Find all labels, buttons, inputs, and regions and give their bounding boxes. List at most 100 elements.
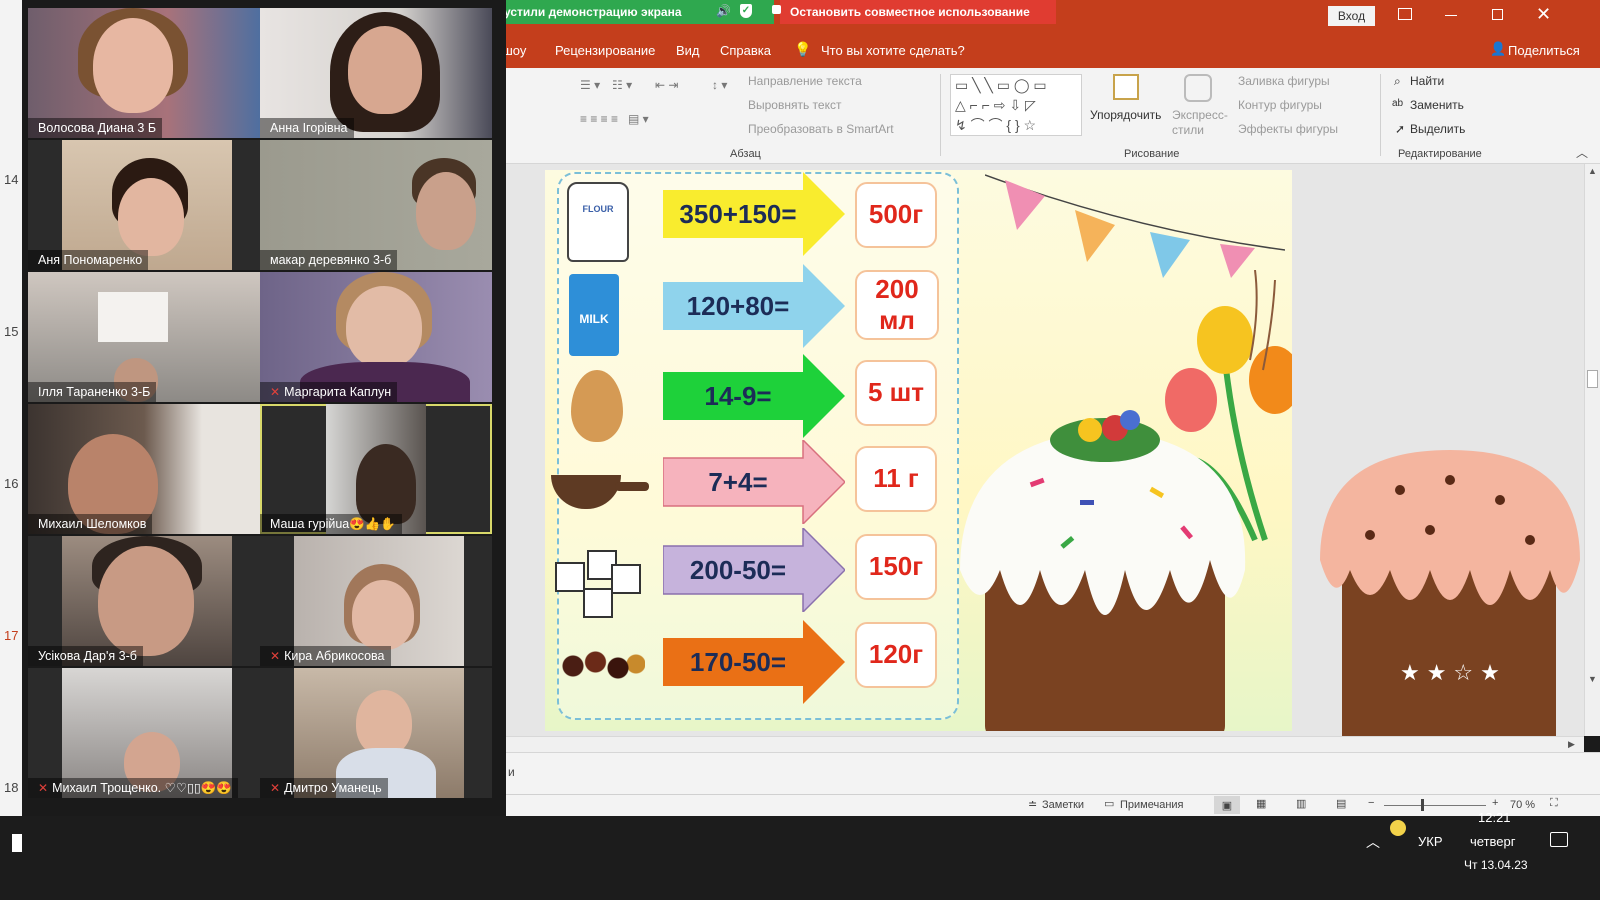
align-text[interactable]: Выровнять текст [748,98,841,112]
text-direction[interactable]: Направление текста [748,74,862,88]
notes-pane[interactable]: и [506,752,1600,794]
bullets-icon[interactable]: ☰ ▾ [580,78,600,92]
stop-sharing-label: Остановить совместное использование [790,5,1030,19]
participant-name: Аня Пономаренко [28,250,149,270]
sharing-status-banner: устили демонстрацию экрана 🔊 ✓ [500,0,774,24]
mic-muted-icon: ✕ [270,385,281,399]
tab-help[interactable]: Справка [720,43,771,58]
notifications-icon[interactable] [1550,832,1568,847]
select-button[interactable]: Выделить [1410,122,1465,136]
shape-effects[interactable]: Эффекты фигуры [1238,122,1338,136]
replace-button[interactable]: Заменить [1410,98,1464,112]
convert-smartart[interactable]: Преобразовать в SmartArt [748,122,894,136]
quick-styles-button[interactable]: Экспресс-стили [1172,108,1228,138]
participant-tile[interactable]: ✕ Дмитро Уманець [260,668,492,798]
status-bar: ≐ Заметки ▭ Примечания ▣ ▦ ▥ ▤ − + 70 % … [506,794,1600,816]
slide-number[interactable]: 16 [4,476,18,491]
windows-start-icon[interactable] [12,834,22,852]
zoom-slider[interactable] [1384,805,1486,806]
shape-outline[interactable]: Контур фигуры [1238,98,1322,112]
fit-slide-icon[interactable]: ⛶ [1550,797,1558,810]
clock-date[interactable]: Чт 13.04.23 [1464,858,1528,872]
zoom-in-button[interactable]: + [1492,797,1498,809]
equation-row-4: 7+4= 11 г [545,438,965,533]
normal-view-icon[interactable]: ▣ [1214,796,1240,814]
clock-day[interactable]: четверг [1470,834,1516,849]
participant-tile[interactable]: Аня Пономаренко [28,140,260,270]
participant-tile-active-speaker[interactable]: Маша гурійuа😍👍✋ [260,404,492,534]
participant-tile[interactable]: Ілля Тараненко 3-Б [28,272,260,402]
tab-review[interactable]: Рецензирование [555,43,655,58]
participant-name: Ілля Тараненко 3-Б [28,382,157,402]
arrange-button[interactable]: Упорядочить [1090,108,1161,122]
bunting-decoration [985,174,1285,278]
comments-button[interactable]: Примечания [1120,799,1184,811]
participant-tile[interactable]: ✕ Михаил Трощенко. ♡♡▯▯😍😍 [28,668,260,798]
tray-app-icon[interactable] [1390,820,1406,836]
align-icons[interactable]: ≡ ≡ ≡ ≡ ▤ ▾ [580,112,649,126]
participant-tile[interactable]: макар деревянко 3-б [260,140,492,270]
editing-group-label: Редактирование [1398,148,1482,160]
slide-number[interactable]: 14 [4,172,18,187]
zoom-level[interactable]: 70 % [1510,799,1535,811]
arrow-shape: 7+4= [663,440,845,524]
language-indicator[interactable]: УКР [1418,834,1443,849]
participant-tile[interactable]: Волосова Диана 3 Б [28,8,260,138]
participant-name: ✕ Михаил Трощенко. ♡♡▯▯😍😍 [28,778,238,798]
speaker-icon[interactable]: 🔊 [716,4,731,18]
minimize-button[interactable] [1445,15,1457,16]
ribbon-display-options-icon[interactable] [1398,8,1412,20]
shape-fill[interactable]: Заливка фигуры [1238,74,1330,88]
scroll-up-icon[interactable]: ▲ [1588,166,1597,176]
show-hidden-icons[interactable]: ︿ [1366,832,1380,852]
answer-box: 500г [855,182,937,248]
arrow-shape: 14-9= [663,354,845,438]
slide-number[interactable]: 18 [4,780,18,795]
collapse-ribbon-icon[interactable]: ︿ [1576,144,1588,161]
mic-muted-icon: ✕ [270,649,281,663]
close-button[interactable]: ✕ [1536,4,1551,25]
zoom-thumb[interactable] [1421,799,1424,811]
comment-icon: ▭ [1104,798,1115,810]
arrange-icon[interactable] [1113,74,1139,100]
stop-sharing-button[interactable]: Остановить совместное использование [772,0,1056,24]
scroll-thumb[interactable] [1587,370,1598,388]
slide-canvas[interactable]: FLOUR MILK 350+150= 500г 120+80= 200 мл … [545,170,1292,731]
slide-number[interactable]: 15 [4,324,18,339]
quick-styles-icon[interactable] [1184,74,1212,102]
equation-row-5: 200-50= 150г [545,526,965,621]
zoom-out-button[interactable]: − [1368,797,1374,809]
scroll-right-icon[interactable]: ▶ [1568,739,1575,750]
participant-tile[interactable]: Анна Ігорівна [260,8,492,138]
scroll-down-icon[interactable]: ▼ [1588,674,1597,684]
slideshow-view-icon[interactable]: ▤ [1336,797,1346,810]
participant-tile[interactable]: ✕ Кира Абрикосова [260,536,492,666]
restore-button[interactable] [1492,9,1503,20]
numbering-icon[interactable]: ☷ ▾ [612,78,632,92]
reading-view-icon[interactable]: ▥ [1296,797,1306,810]
tab-view[interactable]: Вид [676,43,700,58]
easter-cake-decoration [960,410,1246,731]
tell-me-search[interactable]: Что вы хотите сделать? [821,43,965,58]
lightbulb-icon: 💡 [794,41,812,57]
indent-icon[interactable]: ⇤ ⇥ [655,78,678,92]
answer-box: 11 г [855,446,937,512]
participant-tile[interactable]: Усікова Дар'я 3-б [28,536,260,666]
participant-tile[interactable]: ✕ Маргарита Каплун [260,272,492,402]
arrow-shape: 200-50= [663,528,845,612]
login-button[interactable]: Вход [1328,6,1375,26]
vertical-scrollbar[interactable]: ▲ ▼ [1584,164,1600,736]
horizontal-scrollbar[interactable]: ▶ [506,736,1584,752]
video-gallery: Волосова Диана 3 Б Анна Ігорівна Аня Пон… [22,0,506,872]
participant-name: макар деревянко 3-б [260,250,398,270]
find-button[interactable]: Найти [1410,74,1444,88]
participant-tile[interactable]: Михаил Шеломков [28,404,260,534]
shapes-gallery[interactable]: ▭ ╲ ╲ ▭ ◯ ▭ △ ⌐ ⌐ ⇨ ⇩ ◸ ↯ ⌒ ⌒ { } ☆ [950,74,1082,136]
notes-button[interactable]: Заметки [1042,799,1084,811]
clock-time[interactable]: 12:21 [1478,810,1511,825]
line-spacing-icon[interactable]: ↕ ▾ [712,78,727,92]
slide-sorter-icon[interactable]: ▦ [1256,797,1266,810]
slide-number[interactable]: 17 [4,628,18,643]
answer-box: 5 шт [855,360,937,426]
share-button[interactable]: Поделиться [1508,43,1580,58]
